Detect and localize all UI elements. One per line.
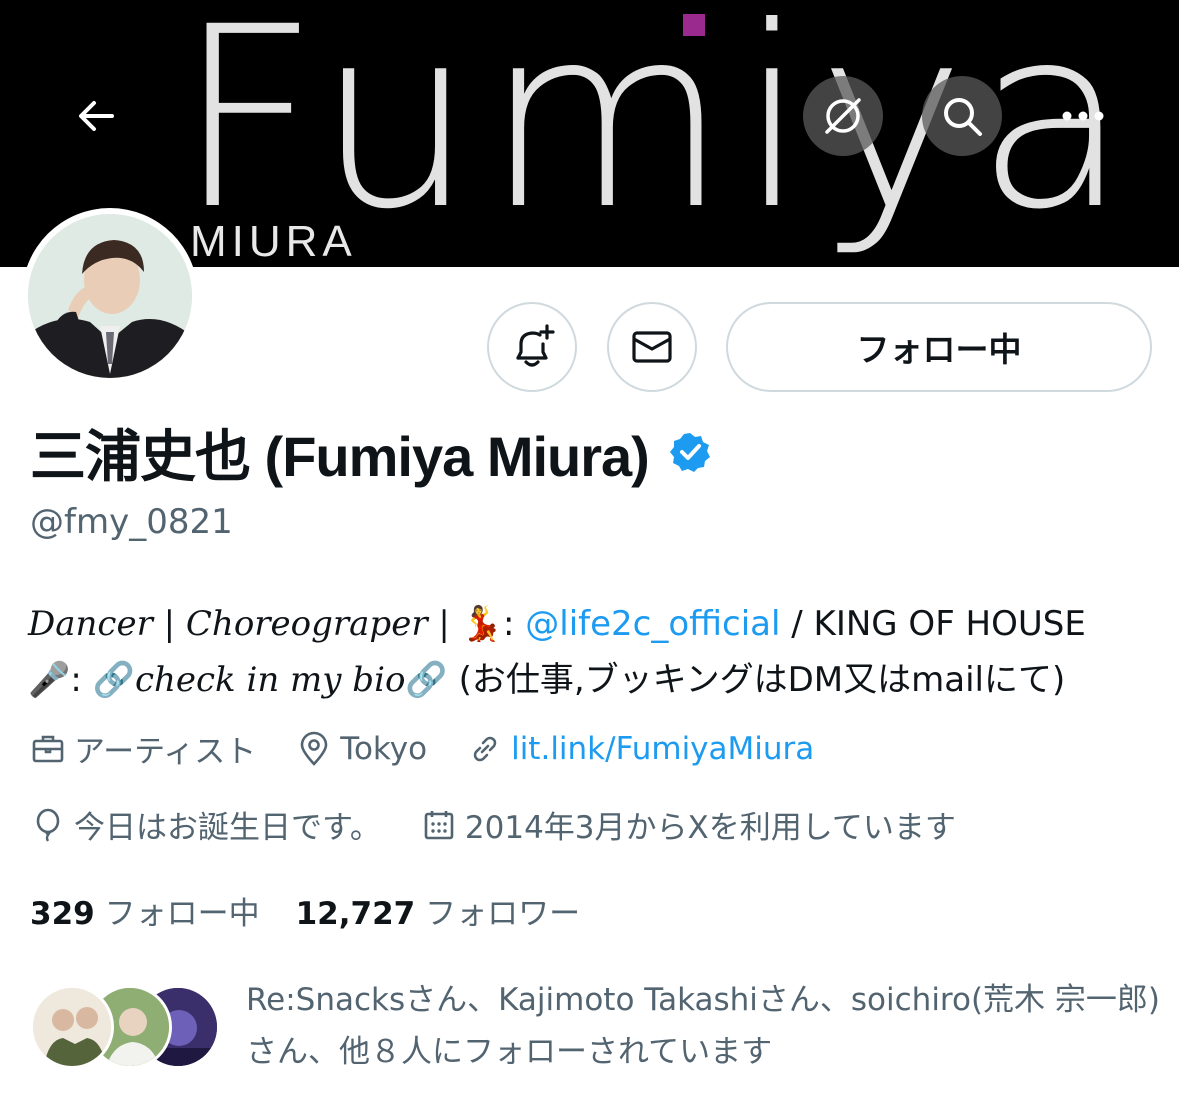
bio-check: check in my bio xyxy=(134,660,406,700)
joined-item: 2014年3月からXを利用しています xyxy=(421,802,956,847)
balloon-icon xyxy=(36,808,60,842)
grok-icon xyxy=(825,98,861,134)
bio-text: (お仕事,ブッキングはDM又はmailにて) xyxy=(447,660,1066,700)
arrow-left-icon xyxy=(79,101,114,131)
grok-button[interactable] xyxy=(803,76,883,156)
website-link[interactable]: lit.link/FumiyaMiura xyxy=(511,731,814,767)
following-label: フォロー中 xyxy=(104,896,260,932)
bio-sep: : xyxy=(70,660,93,700)
location-text: Tokyo xyxy=(340,730,428,767)
bio-title: Dancer | Choreograper | xyxy=(28,604,461,644)
avatar[interactable] xyxy=(28,214,192,378)
link-icon xyxy=(473,736,497,761)
category-item: アーティスト xyxy=(30,726,256,771)
birthday-text: 今日はお誕生日です。 xyxy=(74,810,381,846)
mention-link[interactable]: @life2c_official xyxy=(525,604,780,644)
follow-stats: 329 フォロー中 12,727 フォロワー xyxy=(30,888,580,933)
bio-text: / KING OF HOUSE xyxy=(780,604,1086,644)
following-button[interactable]: フォロー中 xyxy=(726,302,1152,392)
avatar-image xyxy=(28,214,192,378)
bio-sep: : xyxy=(502,604,526,644)
bell-plus-icon xyxy=(516,324,555,367)
follower-avatar[interactable] xyxy=(30,985,114,1069)
following-count: 329 xyxy=(30,896,95,932)
website-item[interactable]: lit.link/FumiyaMiura xyxy=(467,731,814,767)
profile-banner[interactable]: Fumiya MIURA xyxy=(0,0,1179,267)
joined-text: 2014年3月からXを利用しています xyxy=(464,810,956,846)
banner-dot xyxy=(683,14,705,36)
user-handle: @fmy_0821 xyxy=(30,502,233,542)
birthday-item: 今日はお誕生日です。 xyxy=(30,802,381,847)
link-emoji: 🔗 xyxy=(405,660,448,700)
location-item: Tokyo xyxy=(296,731,427,767)
back-button[interactable] xyxy=(56,76,136,156)
verified-badge-icon xyxy=(669,433,710,472)
calendar-icon xyxy=(424,810,454,839)
notify-button[interactable] xyxy=(487,302,577,392)
location-pin-icon xyxy=(300,731,328,766)
followers-stat[interactable]: 12,727 フォロワー xyxy=(296,888,581,933)
banner-subtitle: MIURA xyxy=(190,217,357,266)
category-text: アーティスト xyxy=(74,734,257,770)
more-icon xyxy=(1062,111,1104,121)
followers-count: 12,727 xyxy=(295,896,416,932)
profile-meta-row-2: 今日はお誕生日です。 2014年3月からXを利用しています xyxy=(30,802,996,847)
mic-emoji: 🎤 xyxy=(28,660,71,700)
more-button[interactable] xyxy=(1043,76,1123,156)
followed-by-text[interactable]: Re:Snacksさん、Kajimoto Takashiさん、soichiro(… xyxy=(246,974,1166,1078)
briefcase-icon xyxy=(32,735,64,762)
mail-icon xyxy=(632,331,672,363)
profile-meta-row: アーティスト Tokyo lit.link/FumiyaMiura xyxy=(30,726,854,771)
dancer-emoji: 💃 xyxy=(460,604,503,644)
search-icon xyxy=(944,98,982,136)
name-row: 三浦史也 (Fumiya Miura) xyxy=(30,420,711,488)
following-stat[interactable]: 329 フォロー中 xyxy=(30,888,260,933)
bio: Dancer | Choreograper | 💃: @life2c_offic… xyxy=(28,596,1168,708)
search-button[interactable] xyxy=(922,76,1002,156)
link-emoji: 🔗 xyxy=(92,660,135,700)
message-button[interactable] xyxy=(607,302,697,392)
followers-label: フォロワー xyxy=(425,896,581,932)
display-name: 三浦史也 (Fumiya Miura) xyxy=(30,424,650,488)
